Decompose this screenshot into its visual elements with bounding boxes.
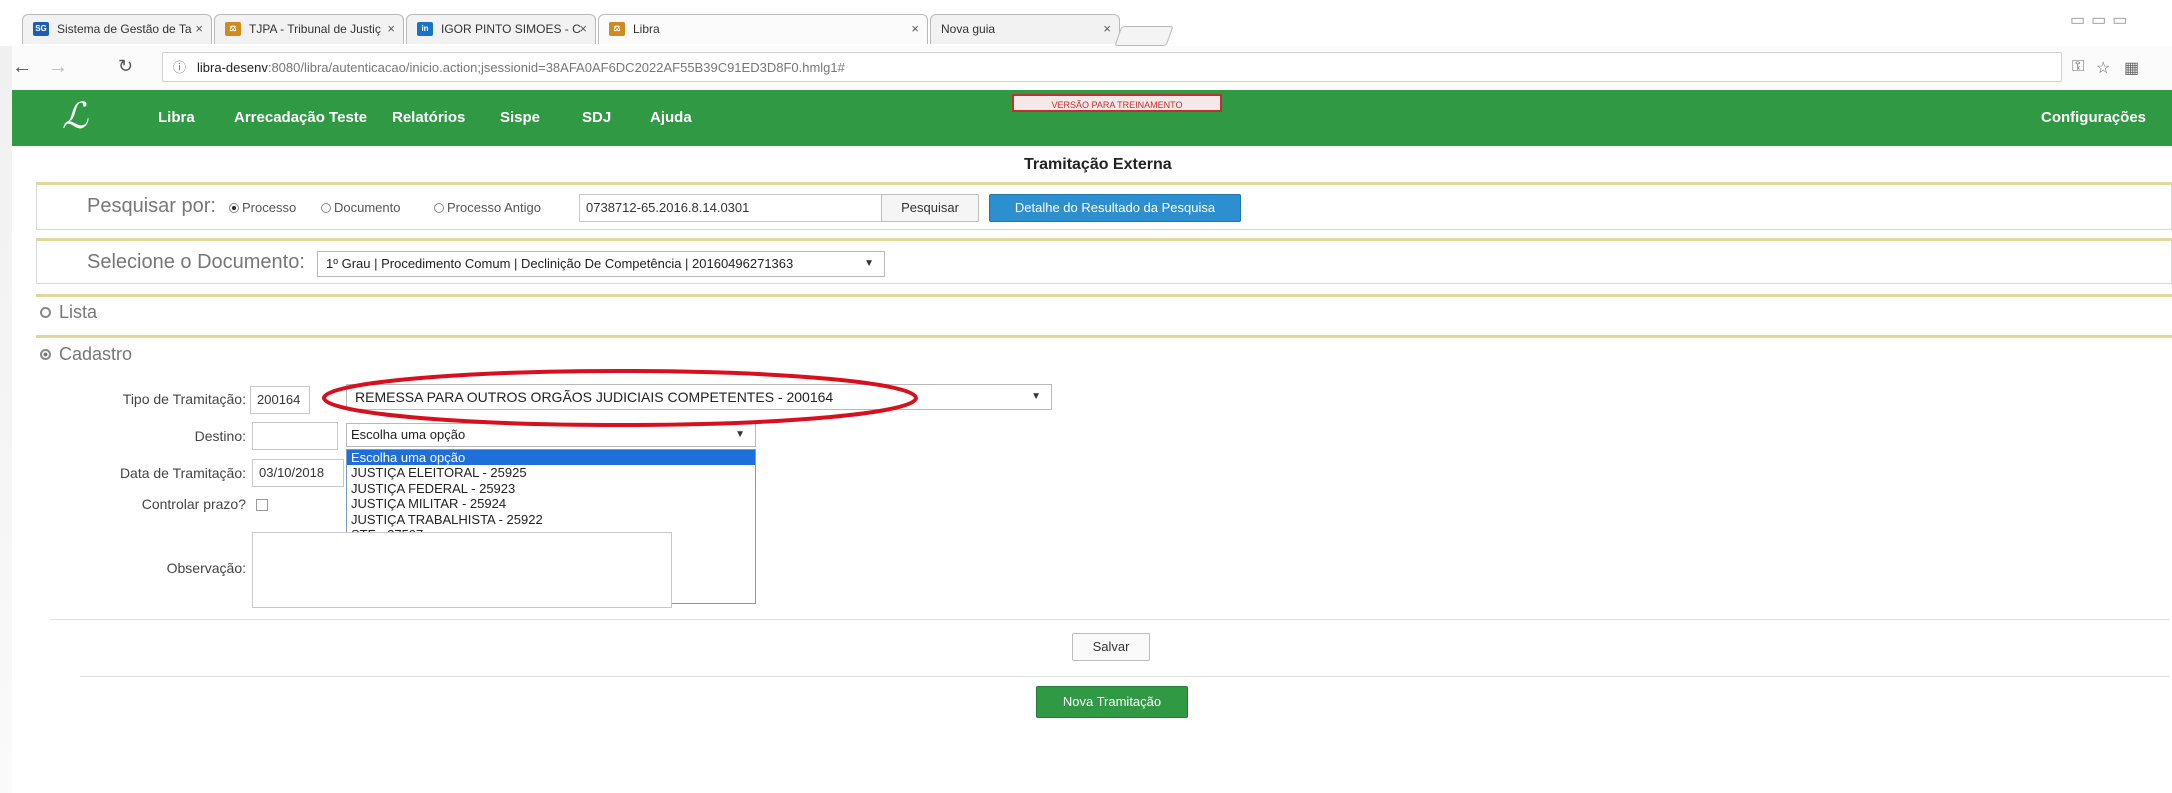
- key-icon[interactable]: ⚿: [2072, 58, 2084, 76]
- browser-tab-strip: SG Sistema de Gestão de Ta × ⚖ TJPA - Tr…: [0, 0, 2172, 46]
- red-highlight-ellipse: [322, 369, 918, 427]
- browser-tab-tjpa[interactable]: ⚖ TJPA - Tribunal de Justiç ×: [214, 14, 404, 44]
- radio-label: Processo: [242, 200, 297, 215]
- url-host: libra-desenv: [197, 60, 268, 75]
- destino-select-value: Escolha uma opção: [351, 427, 466, 442]
- star-icon[interactable]: ☆: [2096, 58, 2110, 78]
- training-version-badge: VERSÃO PARA TREINAMENTO: [1012, 94, 1222, 112]
- browser-tab-libra[interactable]: ⚖ Libra ×: [598, 14, 928, 44]
- scales-icon: ⚖: [609, 22, 625, 36]
- observacao-label: Observação:: [166, 560, 246, 576]
- search-panel: Pesquisar por: Processo Documento Proces…: [36, 182, 2172, 230]
- expand-icon: [40, 349, 51, 360]
- dropdown-option[interactable]: JUSTIÇA ELEITORAL - 25925: [347, 465, 755, 480]
- browser-tab-nova-guia[interactable]: Nova guia ×: [930, 14, 1120, 44]
- nav-libra[interactable]: Libra: [158, 109, 195, 126]
- cadastro-toggle[interactable]: Cadastro: [40, 344, 132, 365]
- radio-label: Processo Antigo: [447, 200, 541, 215]
- data-tramitacao-label: Data de Tramitação:: [119, 465, 246, 481]
- lista-toggle[interactable]: Lista: [40, 302, 97, 323]
- radio-selected-icon: [229, 203, 239, 213]
- controlar-prazo-label: Controlar prazo?: [141, 496, 246, 512]
- linkedin-icon: in: [417, 22, 433, 36]
- tab-label: TJPA - Tribunal de Justiç: [249, 22, 381, 36]
- radio-icon: [434, 203, 444, 213]
- new-tab-button[interactable]: [1114, 26, 1174, 46]
- nav-sdj[interactable]: SDJ: [582, 109, 611, 126]
- radio-documento[interactable]: Documento: [321, 200, 400, 215]
- tipo-code-input[interactable]: 200164: [250, 386, 310, 414]
- document-panel: Selecione o Documento: 1º Grau | Procedi…: [36, 238, 2172, 284]
- dropdown-option[interactable]: Escolha uma opção: [347, 450, 755, 466]
- close-icon[interactable]: ×: [195, 15, 203, 43]
- controlar-prazo-checkbox[interactable]: [256, 499, 268, 511]
- nav-ajuda[interactable]: Ajuda: [650, 109, 692, 126]
- collapse-icon: [40, 307, 51, 318]
- detail-result-button[interactable]: Detalhe do Resultado da Pesquisa: [989, 194, 1241, 222]
- forward-arrow-icon[interactable]: →: [48, 56, 68, 79]
- observacao-textarea[interactable]: [252, 532, 672, 608]
- chevron-down-icon: ▼: [1031, 391, 1041, 402]
- document-select[interactable]: 1º Grau | Procedimento Comum | Decliniçã…: [317, 251, 885, 277]
- search-input[interactable]: 0738712-65.2016.8.14.0301: [579, 194, 903, 222]
- tab-label: Nova guia: [941, 22, 996, 36]
- search-button[interactable]: Pesquisar: [881, 194, 979, 222]
- scales-icon: ⚖: [225, 22, 241, 36]
- info-icon[interactable]: ⓘ: [173, 53, 186, 83]
- search-label: Pesquisar por:: [87, 195, 216, 217]
- dropdown-option[interactable]: JUSTIÇA MILITAR - 25924: [347, 496, 755, 511]
- close-icon[interactable]: ×: [387, 15, 395, 43]
- browser-address-bar: ← → ↻ ⓘ libra-desenv:8080/libra/autentic…: [0, 46, 2172, 91]
- cadastro-label: Cadastro: [59, 344, 133, 364]
- tipo-tramitacao-label: Tipo de Tramitação:: [122, 391, 246, 407]
- document-select-value: 1º Grau | Procedimento Comum | Decliniçã…: [326, 256, 794, 271]
- extension-icon[interactable]: ▦: [2124, 58, 2139, 78]
- window-controls-icon[interactable]: ▭▭▭: [2070, 10, 2133, 30]
- sg-icon: SG: [33, 22, 49, 36]
- chevron-down-icon: ▼: [864, 258, 874, 269]
- lista-divider: [36, 294, 2172, 297]
- nav-sispe[interactable]: Sispe: [500, 109, 540, 126]
- nav-configuracoes[interactable]: Configurações: [2041, 109, 2146, 126]
- dropdown-option[interactable]: JUSTIÇA FEDERAL - 25923: [347, 481, 755, 496]
- url-path: :8080/libra/autenticacao/inicio.action;j…: [267, 60, 845, 75]
- close-icon[interactable]: ×: [911, 15, 919, 43]
- radio-label: Documento: [334, 200, 401, 215]
- back-arrow-icon[interactable]: ←: [12, 56, 32, 79]
- destino-label: Destino:: [194, 428, 246, 444]
- close-icon[interactable]: ×: [1103, 15, 1111, 43]
- radio-processo-antigo[interactable]: Processo Antigo: [434, 200, 541, 215]
- reload-icon[interactable]: ↻: [118, 56, 133, 77]
- browser-tab-linkedin[interactable]: in IGOR PINTO SIMOES - C ×: [406, 14, 596, 44]
- tab-label: IGOR PINTO SIMOES - C: [441, 22, 581, 36]
- radio-processo[interactable]: Processo: [229, 200, 296, 215]
- close-icon[interactable]: ×: [579, 15, 587, 43]
- nav-relatorios[interactable]: Relatórios: [392, 109, 465, 126]
- data-tramitacao-input[interactable]: 03/10/2018: [252, 459, 344, 487]
- tab-label: Sistema de Gestão de Ta: [57, 22, 192, 36]
- left-edge: [0, 46, 12, 793]
- app-navbar: ℒ Libra Arrecadação Teste Relatórios Sis…: [12, 90, 2172, 146]
- document-label: Selecione o Documento:: [87, 251, 305, 273]
- dropdown-option[interactable]: JUSTIÇA TRABALHISTA - 25922: [347, 512, 755, 527]
- browser-tab-sistema-gestao[interactable]: SG Sistema de Gestão de Ta ×: [22, 14, 212, 44]
- page-title: Tramitação Externa: [1024, 156, 1172, 173]
- footer-divider: [80, 676, 2170, 677]
- lista-label: Lista: [59, 302, 98, 322]
- radio-icon: [321, 203, 331, 213]
- save-button[interactable]: Salvar: [1072, 633, 1150, 661]
- tab-label: Libra: [633, 22, 660, 36]
- url-input[interactable]: ⓘ libra-desenv:8080/libra/autenticacao/i…: [162, 52, 2062, 82]
- cadastro-divider: [36, 335, 2172, 338]
- nav-arrecadacao-teste[interactable]: Arrecadação Teste: [234, 109, 367, 126]
- form-divider: [50, 619, 2170, 620]
- new-tramitacao-button[interactable]: Nova Tramitação: [1036, 686, 1188, 718]
- libra-logo-icon[interactable]: ℒ: [62, 96, 88, 137]
